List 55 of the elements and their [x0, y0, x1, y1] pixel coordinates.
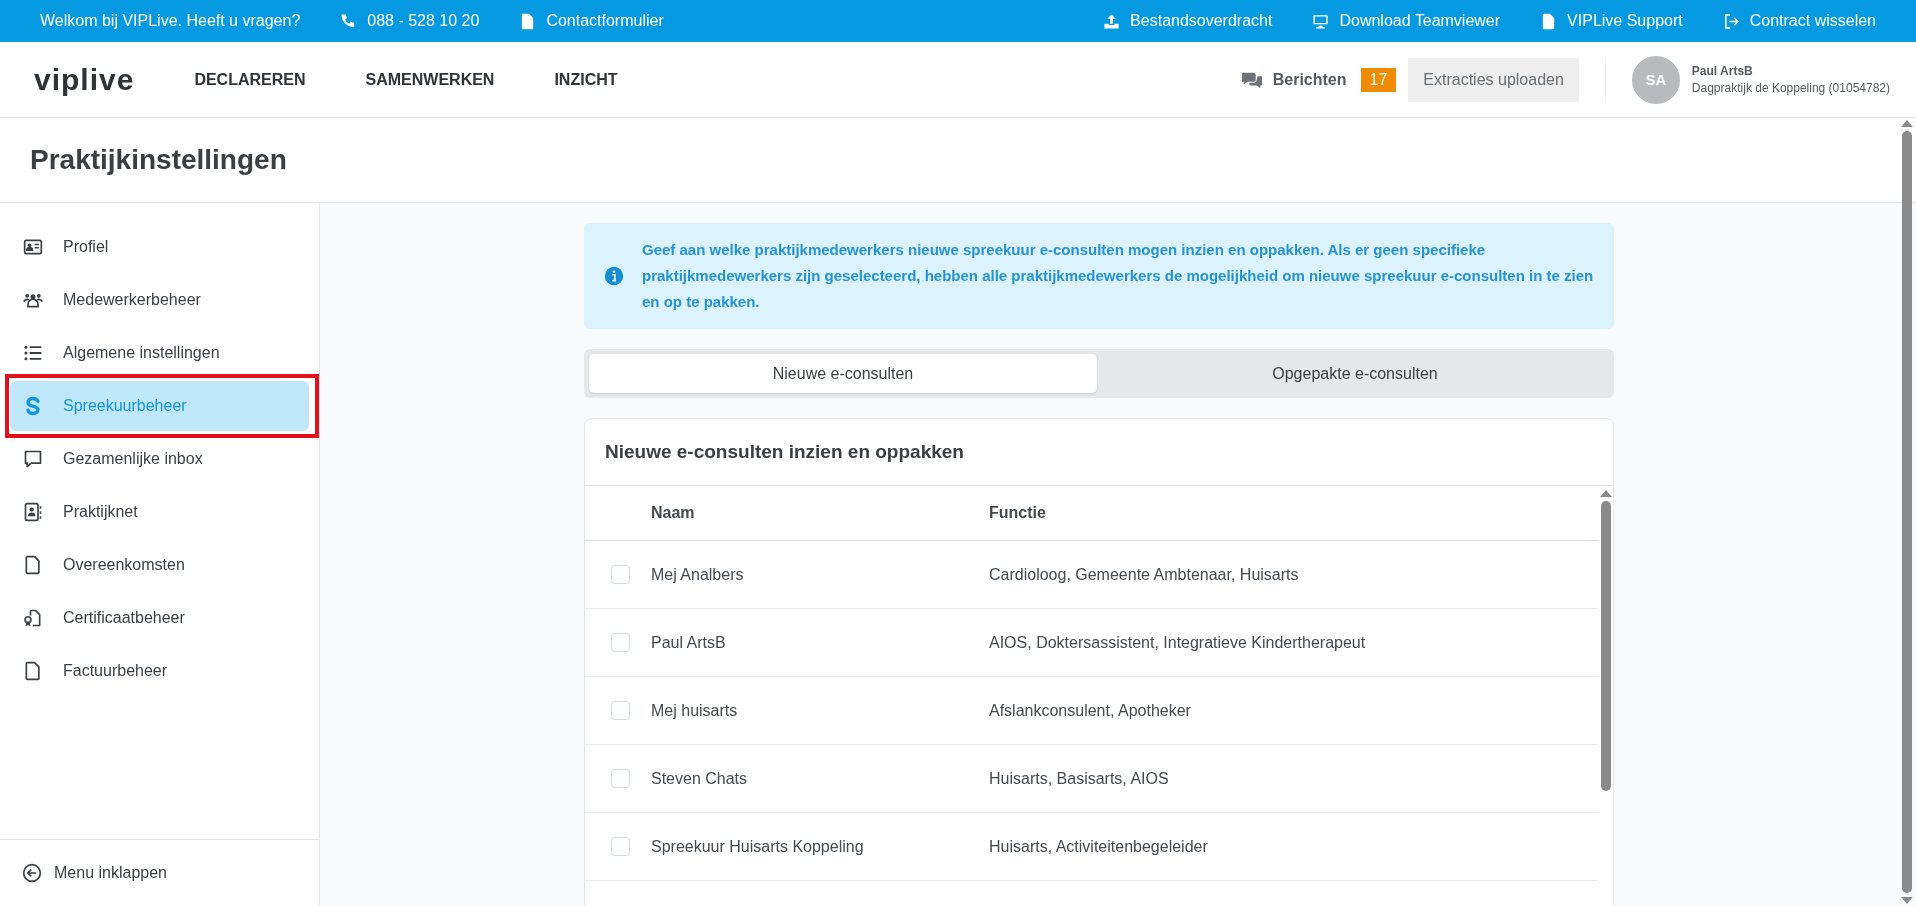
sidebar-item[interactable]: Factuurbeheer	[10, 646, 309, 696]
sidebar-item[interactable]: Profiel	[10, 222, 309, 272]
sidebar-item[interactable]: Certificaatbeheer	[10, 593, 309, 643]
list-icon	[23, 343, 43, 363]
sign-out-icon	[1722, 12, 1740, 30]
upload-icon	[1103, 12, 1121, 30]
nav-link[interactable]: INZICHT	[554, 70, 618, 89]
table-cell-text: Mej Analbers	[651, 565, 745, 584]
nav-link[interactable]: DECLAREREN	[194, 70, 306, 89]
logo[interactable]: viplive	[34, 62, 135, 97]
table-cell-text: Huisarts, Activiteitenbegeleider	[989, 837, 1209, 856]
sidebar-item[interactable]: Praktijknet	[10, 487, 309, 537]
certificate-icon	[23, 608, 43, 628]
checkbox[interactable]	[610, 565, 630, 584]
checkbox[interactable]	[610, 837, 630, 856]
table-cell-text: Spreekuur Huisarts Koppeling	[651, 837, 865, 856]
table-cell-text: Steven Chats	[651, 769, 749, 788]
sidebar-item[interactable]: Overeenkomsten	[10, 540, 309, 590]
column-header: Naam	[651, 504, 696, 522]
sidebar-item[interactable]: Gezamenlijke inbox	[10, 434, 309, 484]
checkbox[interactable]	[610, 633, 630, 652]
table-cell-text: Paul ArtsB	[651, 633, 727, 652]
table-cell-text: Huisarts, Basisarts, AIOS	[989, 769, 1170, 788]
monitor-icon	[1312, 12, 1330, 30]
file-icon	[23, 661, 43, 681]
contact-card-icon	[23, 502, 43, 522]
letter-s-icon	[23, 396, 43, 416]
welcome-text: Welkom bij VIPLive. Heeft u vragen?	[40, 12, 301, 30]
info-icon	[604, 266, 624, 286]
nav-link[interactable]: SAMENWERKEN	[365, 70, 495, 89]
table-cell-text: Afslankconsulent, Apotheker	[989, 701, 1192, 720]
scrollbar[interactable]	[1900, 120, 1914, 904]
practice-name: Dagpraktijk de Koppeling (01054782)	[1691, 81, 1890, 95]
table-cell-text: AIOS, Doktersassistent, Integratieve Kindertherapeut	[989, 633, 1367, 652]
table-cell-text: Cardioloog, Gemeente Ambtenaar, Huisarts	[989, 565, 1300, 584]
id-card-icon	[23, 237, 43, 257]
circle-arrow-left-icon	[22, 863, 42, 883]
sidebar-item[interactable]: Algemene instellingen	[10, 328, 309, 378]
checkbox[interactable]	[610, 701, 630, 720]
column-header: Functie	[989, 504, 1047, 522]
user-name: Paul ArtsB	[1691, 64, 1754, 78]
page-title: Praktijkinstellingen	[30, 144, 287, 176]
collapse-menu-link[interactable]: Menu inklappen	[22, 863, 167, 883]
tab[interactable]: Nieuwe e-consulten	[589, 354, 1097, 393]
info-text: Geef aan welke praktijkmedewerkers nieuwe spreekuur e-consulten mogen inzien en oppakken. Als er geen specifieke praktijkmedewerkers zijn geselecteerd, hebben alle praktijkmedewerkers de mogelijkheid om nieuwe spreekuur e-consulten in te zien en op te pakken.	[642, 240, 1594, 312]
upload-button[interactable]: Extracties uploaden	[1408, 57, 1579, 102]
checkbox[interactable]	[610, 769, 630, 788]
sidebar-item[interactable]: Medewerkerbeheer	[10, 275, 309, 325]
file-icon	[23, 555, 43, 575]
messages-link[interactable]: Berichten	[1240, 68, 1347, 91]
message-count-badge: 17	[1360, 67, 1397, 92]
speech-bubble-icon	[23, 449, 43, 469]
card-title: Nieuwe e-consulten inzien en oppakken	[585, 419, 1613, 486]
table-cell-text: Mej huisarts	[651, 701, 739, 720]
tab[interactable]: Opgepakte e-consulten	[1101, 354, 1609, 393]
